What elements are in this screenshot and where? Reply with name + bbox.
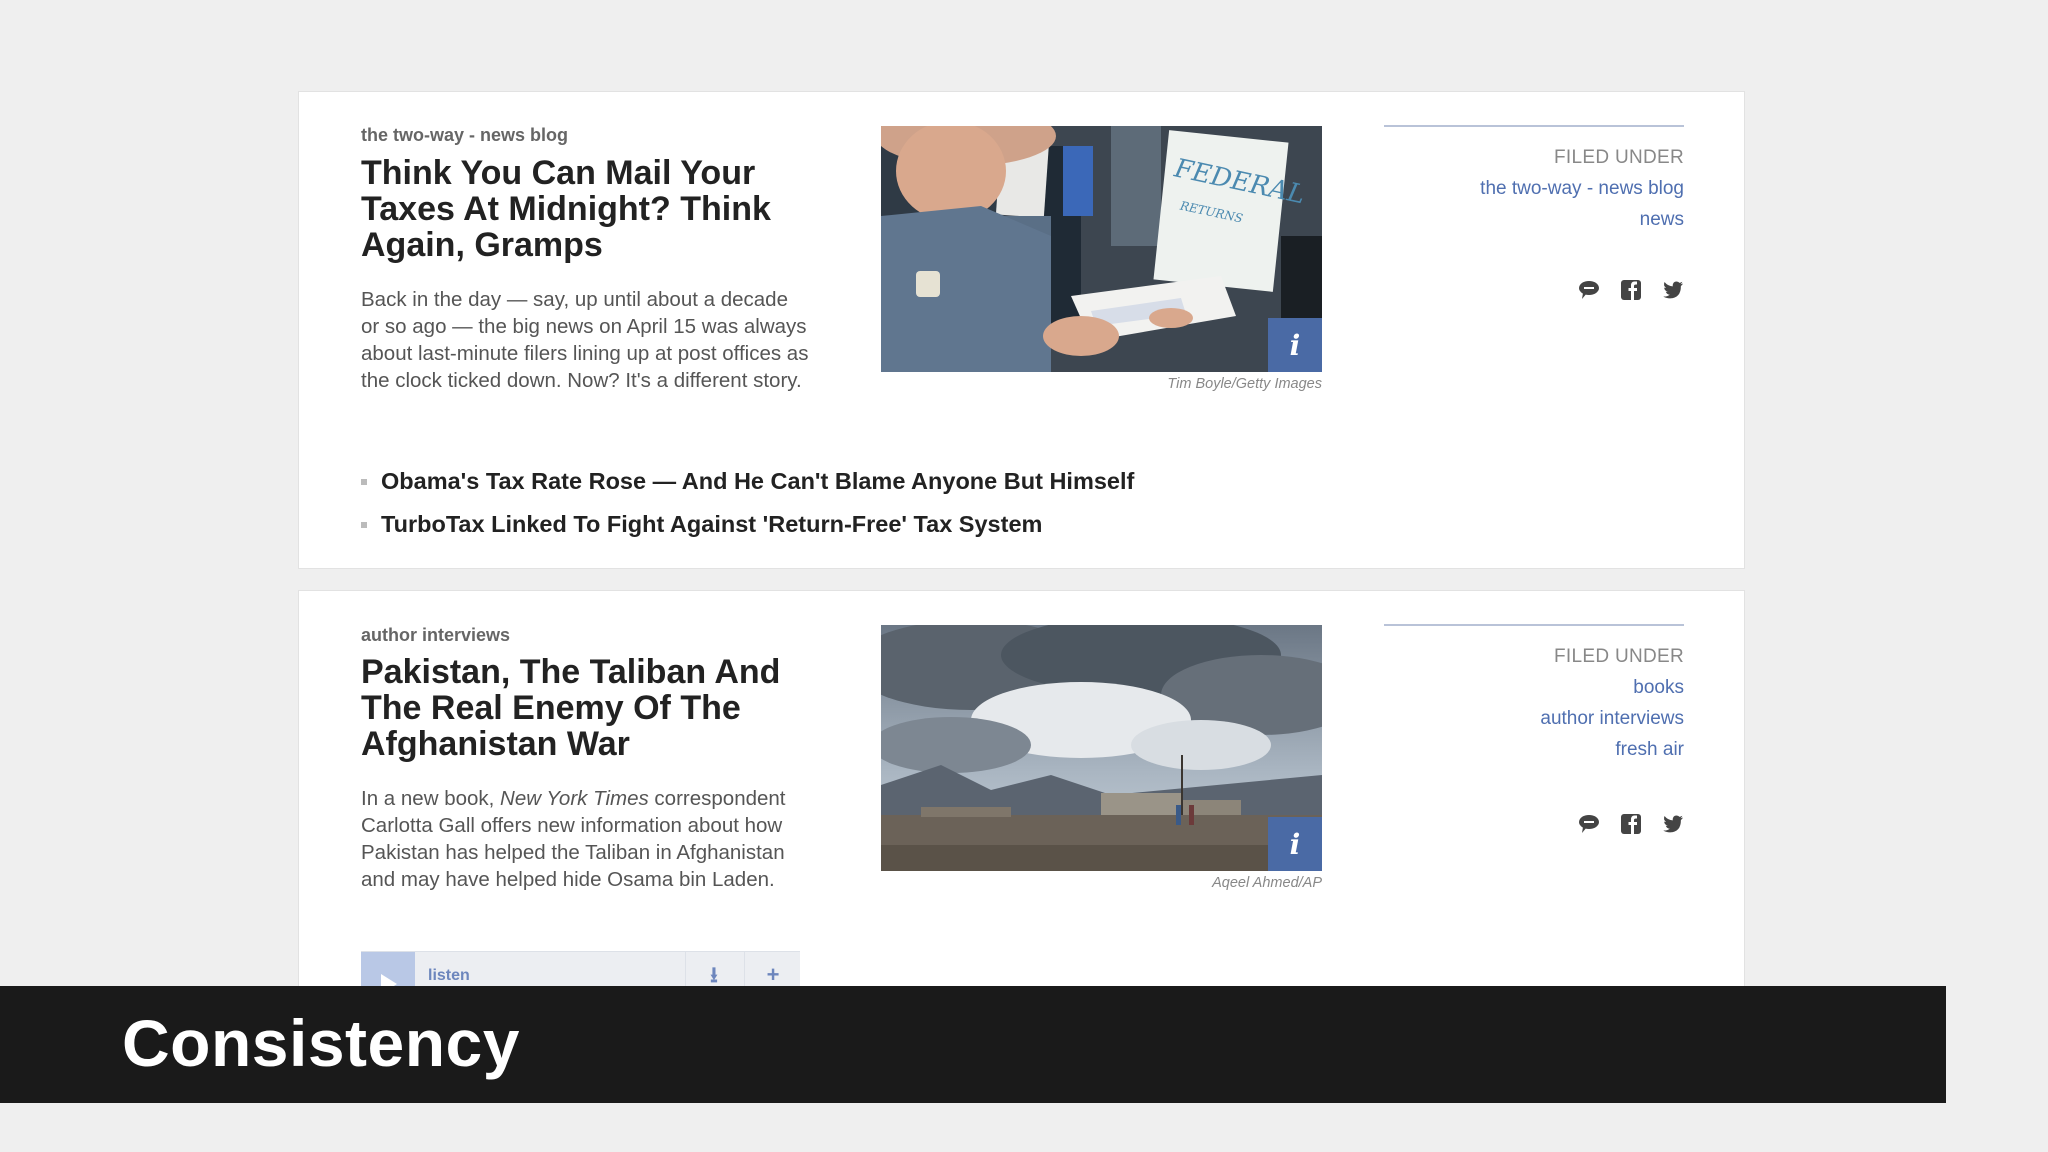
story-teaser: Back in the day — say, up until about a … <box>361 288 809 392</box>
postal-worker-photo: FEDERAL RETURNS <box>881 126 1322 372</box>
share-tools <box>1574 812 1684 836</box>
story-headline[interactable]: Pakistan, The Taliban And The Real Enemy… <box>361 654 811 762</box>
filed-under-label: FILED UNDER <box>1554 646 1684 667</box>
filed-under-link[interactable]: books <box>1384 677 1684 699</box>
bullet-icon <box>361 522 367 528</box>
bullet-icon <box>361 479 367 485</box>
image-info-button[interactable]: i <box>1268 318 1322 372</box>
twitter-icon[interactable] <box>1662 279 1684 301</box>
image-info-button[interactable]: i <box>1268 817 1322 871</box>
filed-under-link[interactable]: news <box>1384 209 1684 231</box>
slide-title-banner: Consistency <box>0 986 1946 1103</box>
story-card: author interviews Pakistan, The Taliban … <box>298 590 1745 1012</box>
image-credit: Tim Boyle/Getty Images <box>1167 376 1322 392</box>
filed-under-link[interactable]: the two-way - news blog <box>1384 178 1684 200</box>
story-slug[interactable]: author interviews <box>361 625 510 646</box>
cloudy-landscape-photo <box>881 625 1322 871</box>
story-teaser: In a new book, New York Times correspond… <box>361 787 786 891</box>
filed-under-link[interactable]: fresh air <box>1384 739 1684 761</box>
filed-under-rule <box>1384 125 1684 127</box>
related-link[interactable]: Obama's Tax Rate Rose — And He Can't Bla… <box>361 460 1134 503</box>
facebook-icon[interactable] <box>1620 279 1642 301</box>
listen-label[interactable]: listen <box>428 967 470 985</box>
story-image[interactable]: FEDERAL RETURNS i <box>881 126 1322 372</box>
twitter-icon[interactable] <box>1662 813 1684 835</box>
story-slug[interactable]: the two-way - news blog <box>361 125 568 146</box>
filed-under-rule <box>1384 624 1684 626</box>
related-links: Obama's Tax Rate Rose — And He Can't Bla… <box>361 460 1134 546</box>
story-card: the two-way - news blog Think You Can Ma… <box>298 91 1745 569</box>
share-tools <box>1574 278 1684 302</box>
slide-title: Consistency <box>122 1006 520 1080</box>
comment-icon[interactable] <box>1578 813 1600 835</box>
filed-under: FILED UNDER the two-way - news blog news <box>1384 125 1684 231</box>
filed-under-link[interactable]: author interviews <box>1384 708 1684 730</box>
related-link[interactable]: TurboTax Linked To Fight Against 'Return… <box>361 503 1134 546</box>
filed-under: FILED UNDER books author interviews fres… <box>1384 624 1684 761</box>
comment-icon[interactable] <box>1578 279 1600 301</box>
story-headline[interactable]: Think You Can Mail Your Taxes At Midnigh… <box>361 155 811 263</box>
story-image[interactable]: i <box>881 625 1322 871</box>
image-credit: Aqeel Ahmed/AP <box>1212 875 1322 891</box>
facebook-icon[interactable] <box>1620 813 1642 835</box>
filed-under-label: FILED UNDER <box>1554 147 1684 168</box>
